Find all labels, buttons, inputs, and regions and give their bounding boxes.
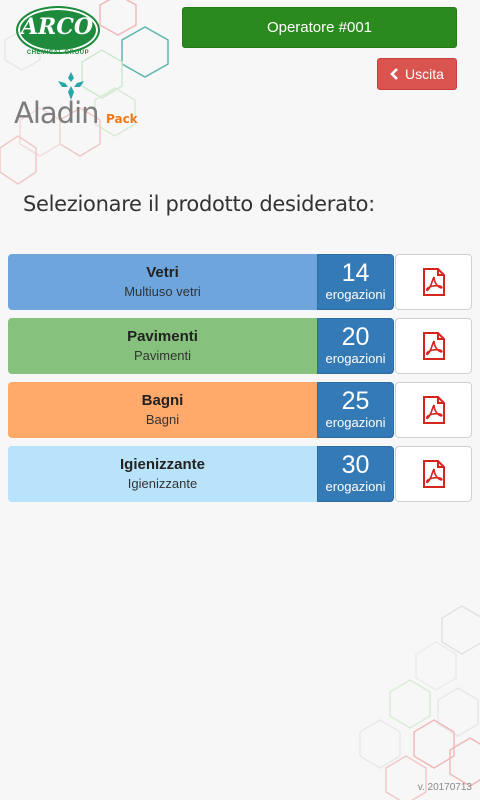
product-description: Igienizzante [127, 476, 198, 491]
pdf-button[interactable] [395, 318, 472, 374]
product-row: Pavimenti Pavimenti 20 erogazioni [8, 318, 472, 374]
page-prompt: Selezionare il prodotto desiderato: [23, 192, 375, 216]
arco-logo: ARCO CHEMICAL GROUP [16, 6, 100, 58]
aladin-logo-text: Aladin [14, 96, 100, 130]
arco-logo-text: ARCO [20, 14, 94, 40]
pdf-button[interactable] [395, 382, 472, 438]
product-name: Bagni [141, 392, 184, 409]
product-row: Vetri Multiuso vetri 14 erogazioni [8, 254, 472, 310]
product-row: Bagni Bagni 25 erogazioni [8, 382, 472, 438]
pdf-button[interactable] [395, 446, 472, 502]
dispense-count: 30 erogazioni [317, 446, 394, 502]
product-description: Bagni [145, 412, 180, 427]
product-button-pavimenti[interactable]: Pavimenti Pavimenti [8, 318, 317, 374]
chevron-left-icon [390, 68, 398, 80]
product-name: Igienizzante [119, 456, 205, 473]
product-button-vetri[interactable]: Vetri Multiuso vetri [8, 254, 317, 310]
arco-logo-subtitle: CHEMICAL GROUP [26, 50, 90, 56]
dispense-count-label: erogazioni [325, 479, 386, 494]
pdf-document-icon [422, 332, 445, 360]
pdf-button[interactable] [395, 254, 472, 310]
dispense-count: 14 erogazioni [317, 254, 394, 310]
dispense-count-label: erogazioni [325, 415, 386, 430]
dispense-count-value: 25 [341, 387, 370, 415]
dispense-count: 25 erogazioni [317, 382, 394, 438]
product-row: Igienizzante Igienizzante 30 erogazioni [8, 446, 472, 502]
operator-label: Operatore #001 [266, 19, 373, 36]
dispense-count: 20 erogazioni [317, 318, 394, 374]
pdf-document-icon [422, 268, 445, 296]
dispense-count-value: 14 [341, 259, 370, 287]
product-name: Vetri [146, 264, 179, 281]
dispense-count-value: 20 [341, 323, 370, 351]
hexagon-pattern-bottom-right [359, 605, 480, 800]
dispense-count-label: erogazioni [325, 287, 386, 302]
pdf-document-icon [422, 460, 445, 488]
version-label: v. 20170713 [417, 782, 472, 793]
aladin-logo-suffix: Pack [106, 112, 138, 126]
aladin-pack-logo: Aladin Pack [14, 72, 144, 130]
exit-label: Uscita [405, 66, 444, 82]
product-list: Vetri Multiuso vetri 14 erogazioni Pavim… [8, 254, 472, 510]
dispense-count-label: erogazioni [325, 351, 386, 366]
operator-button[interactable]: Operatore #001 [182, 7, 457, 48]
exit-button[interactable]: Uscita [377, 58, 457, 90]
product-description: Pavimenti [133, 348, 192, 363]
product-name: Pavimenti [127, 328, 198, 345]
product-button-bagni[interactable]: Bagni Bagni [8, 382, 317, 438]
product-button-igienizzante[interactable]: Igienizzante Igienizzante [8, 446, 317, 502]
dispense-count-value: 30 [341, 451, 370, 479]
product-description: Multiuso vetri [124, 284, 201, 299]
pdf-document-icon [422, 396, 445, 424]
